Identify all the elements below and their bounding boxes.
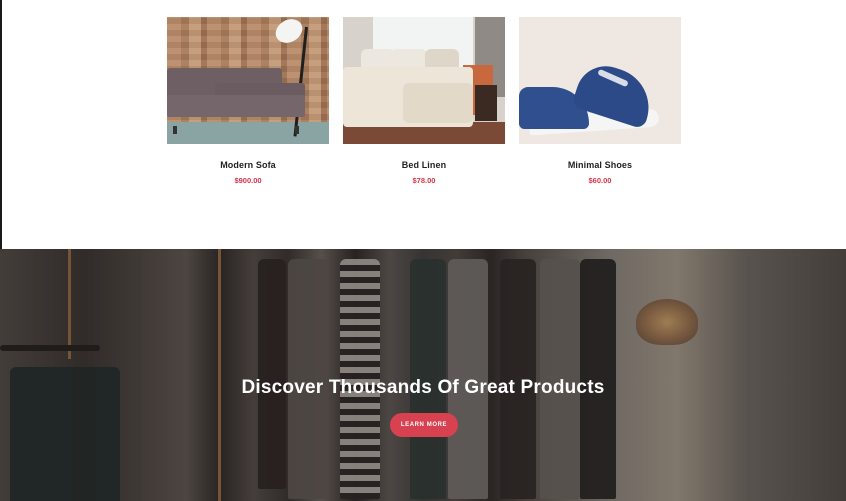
- learn-more-button[interactable]: LEARN MORE: [390, 413, 458, 437]
- left-edge-line: [0, 0, 2, 249]
- product-price: $60.00: [588, 176, 612, 185]
- product-card-modern-sofa[interactable]: Modern Sofa $900.00: [167, 17, 329, 185]
- product-card-bed-linen[interactable]: Bed Linen $78.00: [343, 17, 505, 185]
- product-image-sofa[interactable]: [167, 17, 329, 144]
- product-price: $900.00: [234, 176, 262, 185]
- product-name[interactable]: Minimal Shoes: [519, 160, 681, 170]
- hero-title: Discover Thousands Of Great Products: [241, 377, 605, 398]
- product-price: $78.00: [412, 176, 436, 185]
- hero-banner: Discover Thousands Of Great Products LEA…: [0, 249, 846, 501]
- product-image-shoes[interactable]: [519, 17, 681, 144]
- product-image-bed[interactable]: [343, 17, 505, 144]
- product-name[interactable]: Bed Linen: [343, 160, 505, 170]
- product-name[interactable]: Modern Sofa: [167, 160, 329, 170]
- product-card-minimal-shoes[interactable]: Minimal Shoes $60.00: [519, 17, 681, 185]
